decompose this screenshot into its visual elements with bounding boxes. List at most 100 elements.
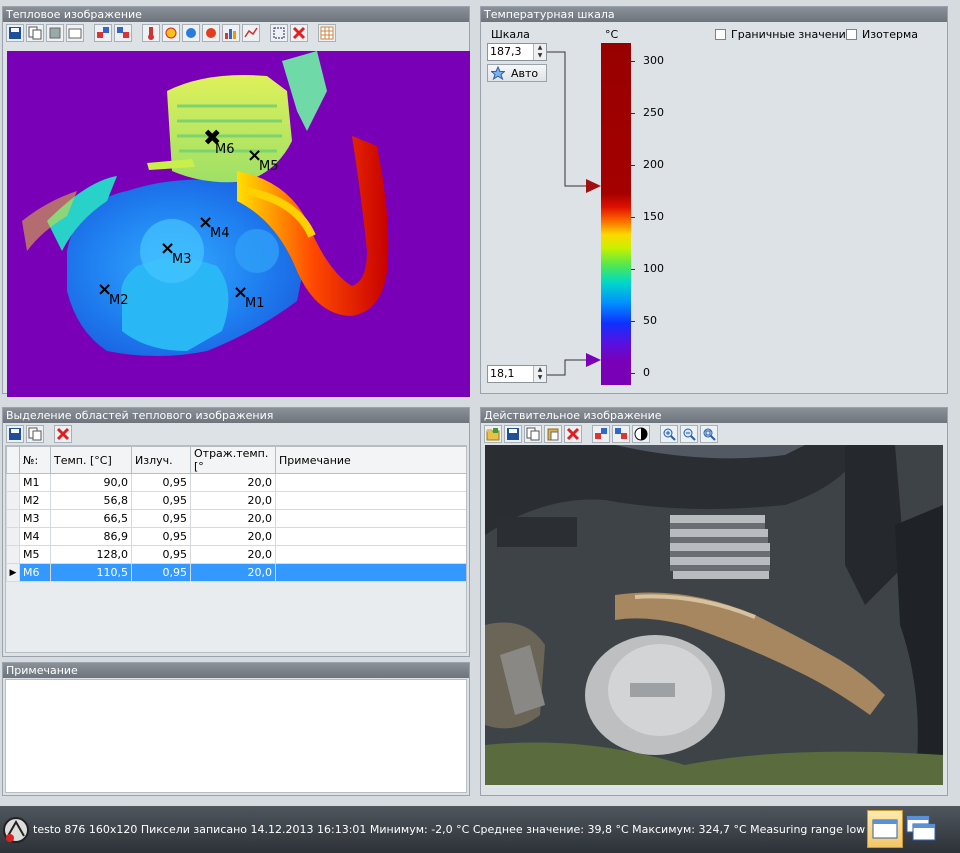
table-row[interactable]: M4 86,9 0,95 20,0 xyxy=(6,527,466,546)
row-header[interactable] xyxy=(6,527,20,546)
cell-temp[interactable]: 90,0 xyxy=(50,473,132,492)
table-row[interactable]: M5 128,0 0,95 20,0 xyxy=(6,545,466,564)
histogram-icon[interactable] xyxy=(222,24,240,42)
rotate-left-icon[interactable] xyxy=(592,425,610,443)
cell-temp[interactable]: 128,0 xyxy=(50,545,132,564)
note-panel: Примечание xyxy=(2,662,470,796)
contrast-icon[interactable] xyxy=(632,425,650,443)
cell-emissivity[interactable]: 0,95 xyxy=(131,527,191,546)
cell-reflected-temp[interactable]: 20,0 xyxy=(190,509,276,528)
cell-reflected-temp[interactable]: 20,0 xyxy=(190,563,276,582)
motorcycle-photo-graphic xyxy=(485,445,943,785)
testo-logo-icon xyxy=(3,817,29,843)
cell-note[interactable] xyxy=(275,545,466,564)
cell-emissivity[interactable]: 0,95 xyxy=(131,473,191,492)
table-row[interactable]: M2 56,8 0,95 20,0 xyxy=(6,491,466,510)
upper-slider-icon[interactable] xyxy=(586,179,601,193)
regions-toolbar xyxy=(6,424,72,444)
grid-icon[interactable] xyxy=(318,24,336,42)
isotherm-checkbox-label: Изотерма xyxy=(862,28,919,41)
paste-icon[interactable] xyxy=(544,425,562,443)
save-icon[interactable] xyxy=(6,24,24,42)
table-row-selected[interactable]: ▶ M6 110,5 0,95 20,0 xyxy=(6,563,466,582)
marker-label: M1 xyxy=(245,296,265,311)
cold-spot-icon[interactable] xyxy=(182,24,200,42)
selection-icon[interactable] xyxy=(270,24,288,42)
rotate-right-icon[interactable] xyxy=(612,425,630,443)
window-cascade-button[interactable] xyxy=(904,810,940,848)
cell-reflected-temp[interactable]: 20,0 xyxy=(190,527,276,546)
limits-checkbox[interactable]: Граничные значения xyxy=(715,28,852,41)
save-icon[interactable] xyxy=(504,425,522,443)
row-header[interactable] xyxy=(6,545,20,564)
table-row[interactable]: M1 90,0 0,95 20,0 xyxy=(6,473,466,492)
column-header[interactable]: Примечание xyxy=(275,446,466,474)
checkbox-box[interactable] xyxy=(846,29,857,40)
row-header[interactable] xyxy=(6,491,20,510)
note-textarea[interactable] xyxy=(5,679,467,793)
row-header[interactable] xyxy=(6,509,20,528)
tick-label: 250 xyxy=(643,106,664,119)
cell-id: M4 xyxy=(19,527,51,546)
cell-note[interactable] xyxy=(275,527,466,546)
delete-icon[interactable] xyxy=(564,425,582,443)
column-header[interactable]: №: xyxy=(19,446,51,474)
cell-reflected-temp[interactable]: 20,0 xyxy=(190,473,276,492)
cell-note[interactable] xyxy=(275,473,466,492)
hot-spot-icon[interactable] xyxy=(202,24,220,42)
table-row[interactable]: M3 66,5 0,95 20,0 xyxy=(6,509,466,528)
save-icon[interactable] xyxy=(6,425,24,443)
tick-label: 50 xyxy=(643,314,657,327)
isotherm-checkbox[interactable]: Изотерма xyxy=(846,28,918,41)
regions-table: №: Темп. [°C] Излуч. Отраж.темп. [° Прим… xyxy=(6,446,466,582)
hotspot-icon[interactable] xyxy=(162,24,180,42)
copy-icon[interactable] xyxy=(26,24,44,42)
cell-emissivity[interactable]: 0,95 xyxy=(131,509,191,528)
open-folder-icon[interactable] xyxy=(484,425,502,443)
column-header[interactable]: Темп. [°C] xyxy=(50,446,132,474)
cell-note[interactable] xyxy=(275,491,466,510)
color-scale-bar xyxy=(601,43,631,385)
row-header[interactable] xyxy=(6,473,20,492)
auto-button[interactable]: Авто xyxy=(487,64,547,82)
cell-id: M6 xyxy=(19,563,51,582)
profile-icon[interactable] xyxy=(242,24,260,42)
column-header[interactable]: Отраж.темп. [° xyxy=(190,446,276,474)
cell-temp[interactable]: 56,8 xyxy=(50,491,132,510)
export-icon[interactable] xyxy=(46,24,64,42)
rotate-left-icon[interactable] xyxy=(94,24,112,42)
cell-temp[interactable]: 110,5 xyxy=(50,563,132,582)
delete-icon[interactable] xyxy=(54,425,72,443)
cell-temp[interactable]: 66,5 xyxy=(50,509,132,528)
window-layout-button[interactable] xyxy=(867,810,903,848)
thermometer-icon[interactable] xyxy=(142,24,160,42)
lower-limit-input[interactable]: 18,1 ▲ ▼ xyxy=(487,365,547,383)
row-pointer-icon[interactable]: ▶ xyxy=(6,563,20,582)
cell-emissivity[interactable]: 0,95 xyxy=(131,563,191,582)
zoom-in-icon[interactable] xyxy=(660,425,678,443)
real-photo[interactable] xyxy=(485,445,943,785)
thermal-image[interactable]: × M1 × M2 × M3 × M4 × M5 ✖ M6 xyxy=(7,51,470,397)
zoom-out-icon[interactable] xyxy=(680,425,698,443)
upper-limit-input[interactable]: 187,3 ▲ ▼ xyxy=(487,43,547,61)
cell-note[interactable] xyxy=(275,563,466,582)
cell-reflected-temp[interactable]: 20,0 xyxy=(190,545,276,564)
window-icon[interactable] xyxy=(66,24,84,42)
tick-label: 100 xyxy=(643,262,664,275)
cell-id: M1 xyxy=(19,473,51,492)
cell-temp[interactable]: 86,9 xyxy=(50,527,132,546)
lower-slider-icon[interactable] xyxy=(586,353,601,367)
zoom-fit-icon[interactable] xyxy=(700,425,718,443)
copy-icon[interactable] xyxy=(26,425,44,443)
cell-emissivity[interactable]: 0,95 xyxy=(131,491,191,510)
cell-note[interactable] xyxy=(275,509,466,528)
thermal-image-panel: Тепловое изображение × M1 × M2 × M3 × M4… xyxy=(2,6,470,397)
cell-reflected-temp[interactable]: 20,0 xyxy=(190,491,276,510)
cell-emissivity[interactable]: 0,95 xyxy=(131,545,191,564)
checkbox-box[interactable] xyxy=(715,29,726,40)
column-header[interactable]: Излуч. xyxy=(131,446,191,474)
marker-label: M4 xyxy=(210,226,230,241)
delete-icon[interactable] xyxy=(290,24,308,42)
rotate-right-icon[interactable] xyxy=(114,24,132,42)
copy-icon[interactable] xyxy=(524,425,542,443)
